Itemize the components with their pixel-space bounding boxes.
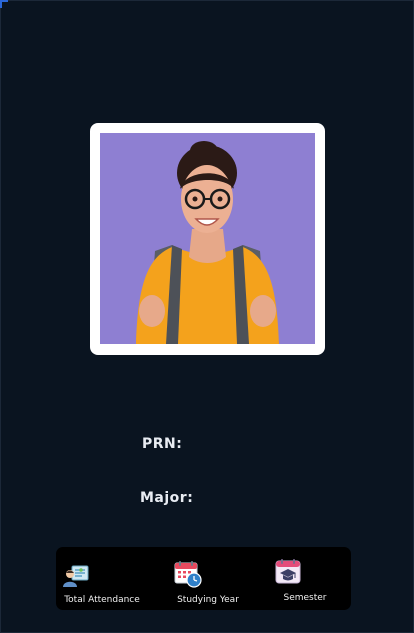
studying-year-button[interactable]: Studying Year: [166, 547, 250, 610]
stats-bar: Total Attendance Studying Year Semester: [56, 547, 351, 610]
prn-row: PRN:: [142, 436, 188, 452]
semester-label: Semester: [283, 593, 327, 603]
total-attendance-label: Total Attendance: [64, 595, 140, 605]
graduation-calendar-icon: [275, 558, 301, 584]
semester-button[interactable]: Semester: [268, 547, 342, 610]
total-attendance-button[interactable]: Total Attendance: [56, 547, 148, 610]
student-photo: [100, 133, 315, 344]
major-row: Major:: [140, 490, 199, 506]
studying-year-label: Studying Year: [177, 595, 239, 605]
profile-photo-card: [90, 123, 325, 355]
major-label: Major:: [140, 490, 194, 506]
calendar-clock-icon: [174, 560, 202, 588]
corner-accent: [0, 0, 8, 8]
attendance-icon: [63, 565, 89, 587]
prn-label: PRN:: [142, 436, 183, 452]
